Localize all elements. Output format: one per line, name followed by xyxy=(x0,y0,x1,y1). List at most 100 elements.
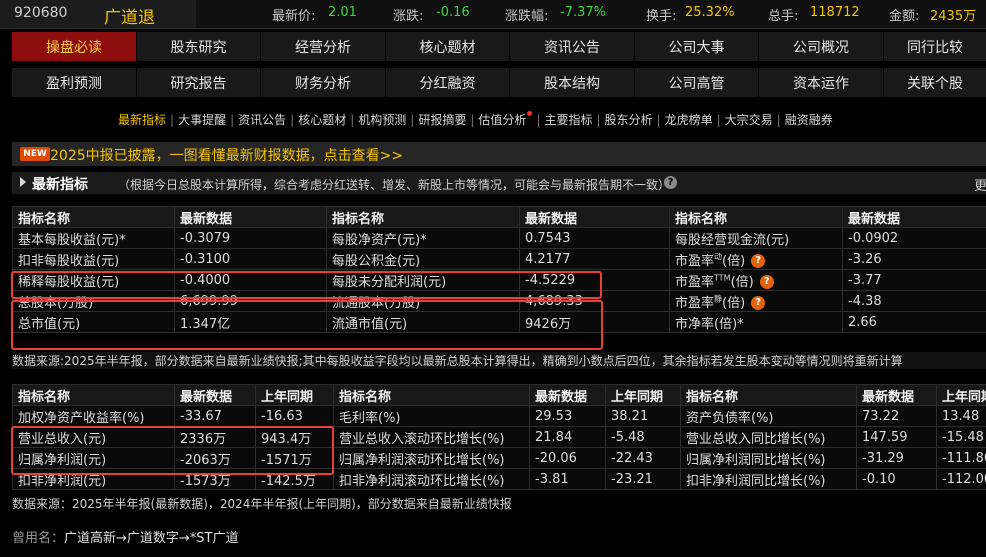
cell-label: 每股净资产(元)* xyxy=(326,227,520,249)
column-header: 指标名称 xyxy=(333,384,530,406)
cell-value: -16.63 xyxy=(255,405,334,427)
amount-label: 金额: xyxy=(889,9,920,24)
nav-tab[interactable]: 股东研究 xyxy=(137,32,260,61)
subnav-item[interactable]: 大事提醒 xyxy=(178,113,226,127)
nav-tab[interactable]: 股本结构 xyxy=(510,68,634,97)
new-badge: NEW xyxy=(20,147,50,161)
nav-tab[interactable]: 资讯公告 xyxy=(510,32,634,61)
nav-tab[interactable]: 公司概况 xyxy=(759,32,883,61)
cell-label: 归属净利润滚动环比增长(%) xyxy=(333,447,530,469)
volume-label: 总手: xyxy=(768,9,799,24)
pe-unit: (倍) xyxy=(722,253,746,269)
subnav-separator: | xyxy=(410,113,415,127)
former-names: 曾用名：广道高新→广道数字→*ST广道 xyxy=(12,527,239,546)
subnav-item[interactable]: 机构预测 xyxy=(358,113,406,127)
column-header: 上年同期 xyxy=(936,384,986,406)
help-icon[interactable]: ? xyxy=(759,275,774,289)
subnav-item[interactable]: 龙虎榜单 xyxy=(665,113,713,127)
subnav-item[interactable]: 估值分析 xyxy=(478,113,526,127)
table-row: 基本每股收益(元)* -0.3079 每股净资产(元)* 0.7543 每股经营现金流(… xyxy=(12,227,986,249)
column-header: 指标名称 xyxy=(326,206,520,228)
pe-suffix: 静 xyxy=(714,294,723,304)
cell-label: 加权净资产收益率(%) xyxy=(12,405,175,427)
cell-value: -111.86 xyxy=(936,447,986,469)
subnav-separator: | xyxy=(290,113,295,127)
quote-header: 920680 广道退 最新价: 2.01 涨跌: -0.16 涨跌幅: -7.3… xyxy=(0,0,986,29)
pe-unit: (倍) xyxy=(722,295,746,311)
nav-tab[interactable]: 同行比较 xyxy=(884,32,986,61)
former-names-label: 曾用名： xyxy=(12,531,65,546)
section-title: 最新指标 xyxy=(32,177,88,193)
help-icon[interactable]: ? xyxy=(751,254,766,268)
cell-value: -20.06 xyxy=(529,447,606,469)
cell-value: -22.43 xyxy=(605,447,681,469)
cell-label: 归属净利润同比增长(%) xyxy=(680,447,857,469)
cell-value: -5.48 xyxy=(605,426,681,448)
subnav-separator: | xyxy=(170,113,175,127)
nav-tab[interactable]: 分红融资 xyxy=(386,68,509,97)
pe-ratio-label: 市盈率静(倍)? xyxy=(669,290,843,312)
column-header: 上年同期 xyxy=(255,384,334,406)
column-header: 最新数据 xyxy=(856,384,937,406)
subnav-item[interactable]: 资讯公告 xyxy=(238,113,286,127)
former-names-value: 广道高新→广道数字→*ST广道 xyxy=(64,531,239,546)
latest-price-value: 2.01 xyxy=(328,5,357,20)
cell-value: -0.3079 xyxy=(174,227,327,249)
nav-tab[interactable]: 财务分析 xyxy=(261,68,385,97)
more-link[interactable]: 更多 xyxy=(974,175,986,194)
cell-label: 扣非每股收益(元) xyxy=(12,248,175,270)
cell-value: -23.21 xyxy=(605,468,681,490)
volume-value: 118712 xyxy=(810,5,860,20)
subnav-separator: | xyxy=(656,113,661,127)
cell-value: -0.10 xyxy=(856,468,937,490)
subnav-item[interactable]: 大宗交易 xyxy=(725,113,773,127)
help-icon[interactable]: ? xyxy=(751,296,766,310)
subnav-item[interactable]: 主要指标 xyxy=(544,113,592,127)
nav-tab[interactable]: 经营分析 xyxy=(261,32,385,61)
subnav-item[interactable]: 核心题材 xyxy=(298,113,346,127)
data-source-note-1: 数据来源:2025年半年报，部分数据来自最新业绩快报;其中每股收益字段均以最新总… xyxy=(12,352,986,369)
subnav-separator: | xyxy=(536,113,541,127)
cell-value: -3.77 xyxy=(842,269,986,291)
column-header: 最新数据 xyxy=(519,206,670,228)
pe-unit: (倍) xyxy=(730,274,754,290)
nav-tab[interactable]: 资本运作 xyxy=(759,68,883,97)
help-icon[interactable]: ? xyxy=(664,176,677,189)
column-header: 上年同期 xyxy=(605,384,681,406)
column-header: 指标名称 xyxy=(12,206,175,228)
column-header: 最新数据 xyxy=(174,206,327,228)
banner-link[interactable]: 2025中报已披露，一图看懂最新财报数据，点击查看>> xyxy=(50,145,403,165)
cell-label: 资产负债率(%) xyxy=(680,405,857,427)
column-header: 最新数据 xyxy=(842,206,986,228)
turnover-label: 换手: xyxy=(646,9,677,24)
report-banner[interactable]: NEW 2025中报已披露，一图看懂最新财报数据，点击查看>> xyxy=(12,142,986,166)
subnav-separator: | xyxy=(596,113,601,127)
section-note: （根据今日总股本计算所得，综合考虑分红送转、增发、新股上市等情况，可能会与最新报… xyxy=(118,178,671,192)
pe-suffix: 动 xyxy=(714,252,723,262)
nav-tab[interactable]: 操盘必读 xyxy=(12,32,136,61)
subnav-item[interactable]: 融资融券 xyxy=(785,113,833,127)
new-dot-icon xyxy=(527,111,533,116)
nav-tab[interactable]: 公司大事 xyxy=(635,32,758,61)
cell-label: 毛利率(%) xyxy=(333,405,530,427)
expand-arrow-icon[interactable] xyxy=(20,177,26,187)
stock-name: 广道退 xyxy=(104,8,155,28)
table-row: 加权净资产收益率(%) -33.67 -16.63 毛利率(%) 29.53 38.21 资… xyxy=(12,405,986,427)
nav-tab[interactable]: 核心题材 xyxy=(386,32,509,61)
nav-tab[interactable]: 研究报告 xyxy=(137,68,260,97)
subnav-item[interactable]: 最新指标 xyxy=(118,113,166,127)
subnav-item[interactable]: 研报摘要 xyxy=(418,113,466,127)
nav-tab[interactable]: 公司高管 xyxy=(635,68,758,97)
cell-value: 29.53 xyxy=(529,405,606,427)
subnav-item[interactable]: 股东分析 xyxy=(605,113,653,127)
nav-tab[interactable]: 关联个股 xyxy=(884,68,986,97)
change-label: 涨跌: xyxy=(393,9,424,24)
cell-value: 73.22 xyxy=(856,405,937,427)
pe-ratio-label: 市盈率动(倍)? xyxy=(669,248,843,270)
nav-tab[interactable]: 盈利预测 xyxy=(12,68,136,97)
subnav-separator: | xyxy=(350,113,355,127)
cell-label: 市盈率 xyxy=(675,274,715,290)
cell-label: 市盈率 xyxy=(675,295,715,311)
cell-value: -33.67 xyxy=(174,405,256,427)
subnav-separator: | xyxy=(470,113,475,127)
